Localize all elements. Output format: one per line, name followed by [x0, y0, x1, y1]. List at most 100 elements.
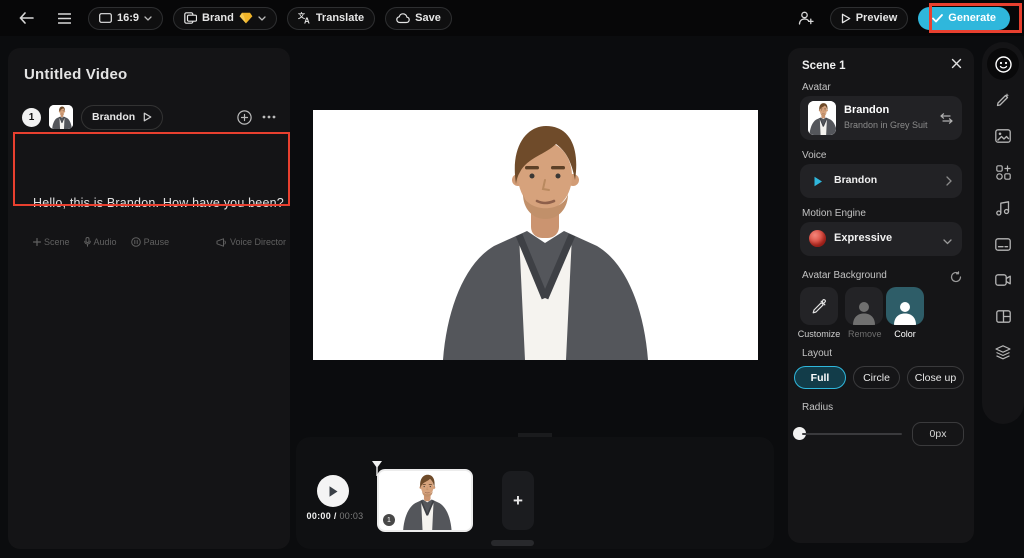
voice-chevron [946, 173, 952, 191]
rail-draw-tab[interactable] [987, 84, 1019, 116]
motion-engine-selector[interactable]: Expressive [800, 222, 962, 256]
background-customize-tile[interactable] [800, 287, 838, 325]
radius-slider-track[interactable] [802, 433, 902, 435]
aspect-ratio-selector[interactable]: 16:9 [88, 6, 164, 30]
person-silhouette-icon [894, 302, 916, 325]
scene-avatar-thumbnail[interactable] [49, 105, 73, 129]
chevron-right-icon [946, 176, 952, 186]
rail-music-tab[interactable] [987, 192, 1019, 224]
rail-record-tab[interactable] [987, 264, 1019, 296]
brand-kit-icon [184, 12, 198, 24]
layout-circle-button[interactable]: Circle [853, 366, 900, 389]
video-title[interactable]: Untitled Video [24, 66, 127, 83]
motion-engine-value: Expressive [834, 232, 893, 244]
layout-full-button[interactable]: Full [794, 366, 846, 389]
script-editor[interactable]: Hello, this is Brandon. How have you bee… [23, 182, 296, 252]
reset-background-button[interactable] [950, 270, 962, 288]
time-display: 00:00 / 00:03 [300, 511, 370, 521]
voice-card[interactable]: Brandon [800, 164, 962, 198]
avatar-section-label: Avatar [802, 82, 831, 93]
save-label: Save [415, 12, 441, 24]
close-icon [951, 58, 962, 69]
play-outline-icon [841, 13, 851, 23]
more-options-button[interactable] [262, 115, 276, 119]
layout-closeup-button[interactable]: Close up [907, 366, 964, 389]
rail-elements-tab[interactable] [987, 156, 1019, 188]
layers-icon [995, 344, 1011, 359]
close-panel-button[interactable] [951, 58, 962, 72]
play-icon [814, 176, 822, 186]
voice-director-action[interactable]: Voice Director [216, 237, 286, 247]
preview-button[interactable]: Preview [829, 6, 909, 30]
script-panel: Untitled Video 1 Brandon Hello, this is … [8, 48, 290, 549]
invite-collaborator-icon [798, 11, 814, 25]
preview-label: Preview [855, 12, 898, 24]
timeline-panel [296, 437, 774, 549]
customize-label: Customize [797, 329, 841, 339]
add-scene-action[interactable]: Scene [33, 237, 70, 247]
add-scene-button[interactable] [237, 109, 252, 125]
timeline-play-button[interactable] [317, 475, 349, 507]
script-text[interactable]: Hello, this is Brandon. How have you bee… [33, 190, 286, 216]
add-clip-button[interactable]: + [502, 471, 534, 530]
radius-value-box[interactable]: 0px [912, 422, 964, 446]
radius-section-label: Radius [802, 402, 834, 413]
gem-icon [239, 12, 253, 24]
brand-selector[interactable]: Brand [173, 6, 277, 30]
invite-collaborator-button[interactable] [792, 4, 820, 32]
translate-button[interactable]: 文A Translate [286, 6, 376, 30]
play-outline-icon[interactable] [143, 112, 152, 122]
audio-action[interactable]: Audio [83, 237, 117, 247]
menu-button[interactable] [50, 4, 78, 32]
pause-icon [130, 237, 141, 247]
timeline-scrollbar[interactable] [491, 540, 534, 546]
rail-captions-tab[interactable] [987, 228, 1019, 260]
background-color-tile[interactable] [886, 287, 924, 325]
scene-settings-panel: Scene 1 Avatar Brandon Brandon in Grey S… [788, 48, 974, 543]
aspect-ratio-value: 16:9 [117, 12, 140, 24]
voice-name: Brandon [834, 174, 878, 186]
scene-row: 1 Brandon [22, 104, 276, 130]
motion-engine-label: Motion Engine [802, 208, 866, 219]
pause-action-label: Pause [143, 237, 170, 247]
rail-media-tab[interactable] [987, 120, 1019, 152]
translate-label: Translate [315, 12, 365, 24]
avatar-background-label: Avatar Background [802, 270, 887, 281]
avatar-icon [994, 55, 1012, 73]
avatar-card-description: Brandon in Grey Suit [844, 120, 928, 130]
generate-label: Generate [948, 12, 996, 24]
avatar-photo [808, 101, 836, 135]
swap-avatar-button[interactable] [940, 111, 953, 129]
avatar-chip-name: Brandon [92, 111, 136, 123]
avatar-card[interactable]: Brandon Brandon in Grey Suit [800, 96, 962, 140]
color-label: Color [894, 329, 916, 339]
swap-icon [940, 113, 953, 124]
generate-button[interactable]: Generate [918, 6, 1010, 30]
avatar-card-name: Brandon [844, 104, 890, 116]
avatar-card-photo [808, 101, 836, 135]
video-canvas[interactable] [313, 110, 758, 360]
rail-avatar-tab[interactable] [987, 48, 1019, 80]
chevron-down-icon [144, 15, 152, 21]
background-remove-tile[interactable] [845, 287, 883, 325]
scene-panel-title: Scene 1 [802, 60, 846, 72]
save-button[interactable]: Save [385, 6, 452, 30]
voice-section-label: Voice [802, 150, 827, 161]
back-button[interactable] [12, 4, 40, 32]
clip-number-badge: 1 [383, 514, 395, 526]
person-silhouette-icon [853, 302, 875, 325]
back-icon [18, 12, 34, 24]
rail-layers-tab[interactable] [987, 336, 1019, 368]
avatar-photo [49, 105, 73, 129]
avatar-voice-chip[interactable]: Brandon [81, 104, 164, 130]
ellipsis-icon [262, 115, 276, 119]
top-toolbar: 16:9 Brand 文A Translate Save Preview Gen… [0, 0, 1024, 36]
expressive-orb-icon [809, 230, 826, 247]
rail-layout-tab[interactable] [987, 300, 1019, 332]
timeline-clip[interactable]: 1 [377, 469, 473, 532]
eyedropper-icon [812, 298, 826, 313]
motion-chevron [943, 232, 952, 250]
pause-action[interactable]: Pause [130, 237, 170, 247]
tools-rail [982, 42, 1024, 424]
voice-play-button[interactable] [810, 173, 826, 189]
